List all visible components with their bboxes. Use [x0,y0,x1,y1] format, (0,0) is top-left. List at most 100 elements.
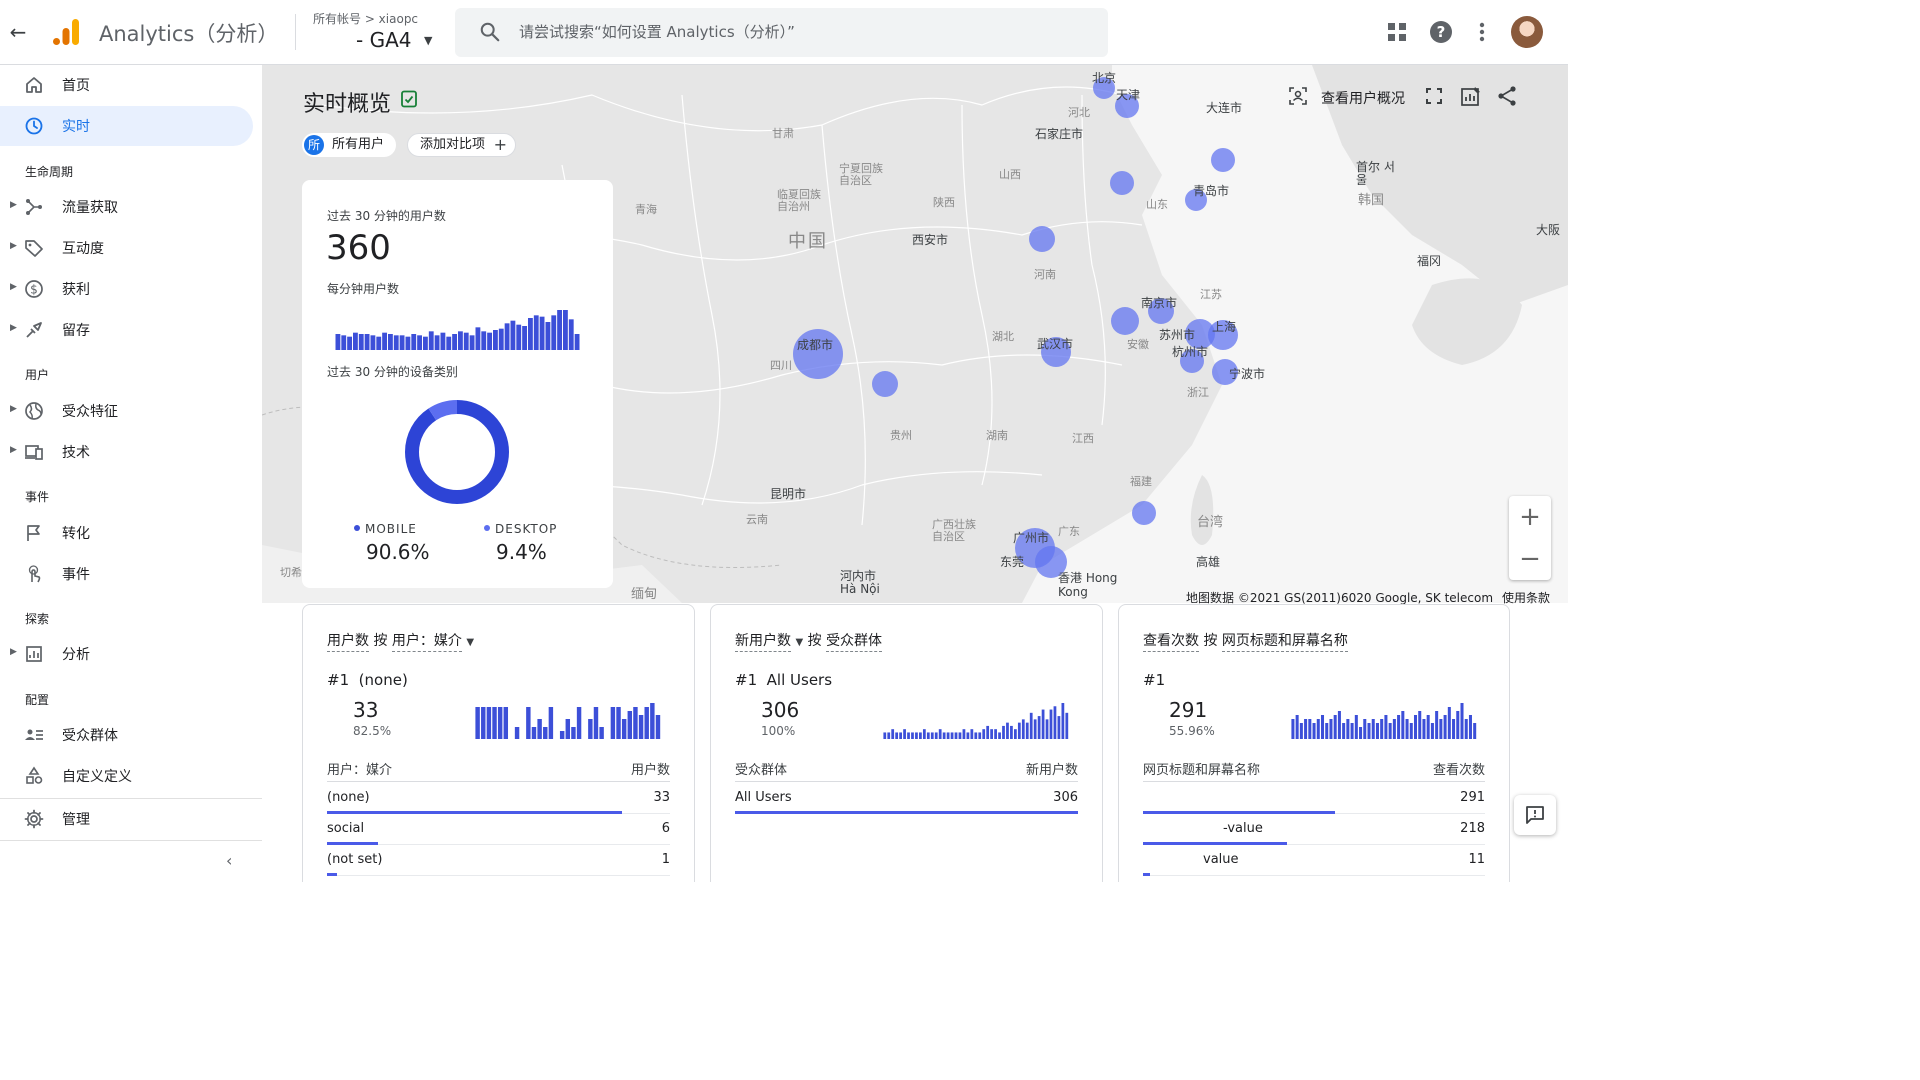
spark-bar[interactable] [588,719,593,739]
nav-monetization[interactable]: ▶ $ 获利 [0,269,253,309]
property-selector[interactable]: - GA4 [356,28,411,52]
minute-bar[interactable] [434,335,440,350]
minute-bar[interactable] [388,334,393,350]
minute-bar[interactable] [475,327,481,350]
spark-bar[interactable] [610,707,616,739]
location-dot[interactable] [1029,226,1055,252]
caret-down-icon[interactable]: ▼ [795,637,803,648]
spark-bar[interactable] [1346,719,1350,739]
device-donut-chart[interactable] [405,400,509,504]
spark-bar[interactable] [1014,729,1017,739]
nav-realtime[interactable]: 实时 [0,106,253,146]
nav-conversions[interactable]: 转化 [0,513,253,553]
spark-bar[interactable] [1021,719,1025,739]
spark-bar[interactable] [958,732,962,739]
spark-bar[interactable] [599,727,604,739]
spark-bar[interactable] [1430,723,1434,739]
spark-bar[interactable] [887,732,891,739]
spark-bar[interactable] [1359,727,1363,739]
minute-bar[interactable] [393,335,399,350]
spark-bar[interactable] [503,707,509,739]
location-dot[interactable] [1110,171,1134,195]
spark-bar[interactable] [1405,719,1409,739]
minute-bar[interactable] [563,310,568,350]
sparkline-chart[interactable] [475,703,661,739]
spark-bar[interactable] [1029,712,1033,739]
nav-tech[interactable]: ▶ 技术 [0,432,253,472]
spark-bar[interactable] [1057,716,1061,739]
users-per-minute-chart[interactable] [335,308,580,350]
minute-bar[interactable] [574,334,580,350]
zoom-out-button[interactable]: − [1509,538,1551,580]
analytics-logo-icon[interactable] [50,16,82,48]
spark-bar[interactable] [950,732,954,739]
spark-bar[interactable] [1342,723,1346,739]
spark-bar[interactable] [978,732,982,739]
spark-bar[interactable] [655,715,661,739]
spark-bar[interactable] [922,729,926,739]
spark-bar[interactable] [895,732,899,739]
spark-bar[interactable] [559,731,565,739]
minute-bar[interactable] [382,332,387,350]
minute-bar[interactable] [469,335,475,350]
spark-bar[interactable] [1329,719,1333,739]
table-row[interactable]: social 6 [327,813,670,845]
minute-bar[interactable] [341,335,347,350]
spark-bar[interactable] [1409,723,1413,739]
collapse-nav-chevron-icon[interactable]: ‹ [226,851,244,871]
spark-bar[interactable] [907,732,910,739]
card-metric[interactable]: 查看次数 [1143,633,1199,652]
view-user-overview-link[interactable]: 查看用户概况 [1321,88,1405,108]
spark-bar[interactable] [1413,715,1418,739]
nav-acquisition[interactable]: ▶ 流量获取 [0,187,253,227]
spark-bar[interactable] [576,707,582,739]
minute-bar[interactable] [481,331,487,350]
table-row[interactable]: All Users 306 [735,782,1078,814]
minute-bar[interactable] [504,323,510,350]
spark-bar[interactable] [934,732,938,739]
spark-bar[interactable] [1010,725,1013,739]
spark-bar[interactable] [1033,719,1037,739]
nav-custom-definitions[interactable]: 自定义定义 [0,756,253,796]
table-row[interactable]: -value 218 [1143,813,1485,845]
map-terms-link[interactable]: 使用条款 [1502,589,1550,606]
minute-bar[interactable] [440,332,446,350]
spark-bar[interactable] [970,729,974,739]
spark-bar[interactable] [1061,703,1065,739]
minute-bar[interactable] [545,322,551,350]
spark-bar[interactable] [531,727,537,739]
spark-bar[interactable] [633,707,638,739]
spark-bar[interactable] [911,732,914,739]
spark-bar[interactable] [1006,722,1009,739]
help-icon[interactable]: ? [1429,20,1453,44]
card-dimension[interactable]: 受众群体 [826,633,883,652]
spark-bar[interactable] [1380,719,1384,739]
spark-bar[interactable] [1447,707,1451,739]
spark-bar[interactable] [627,711,633,739]
spark-bar[interactable] [1325,723,1329,739]
spark-bar[interactable] [1053,706,1057,739]
spark-bar[interactable] [1367,723,1371,739]
spark-bar[interactable] [883,732,887,739]
minute-bar[interactable] [347,336,352,350]
spark-bar[interactable] [644,707,649,739]
spark-bar[interactable] [481,707,486,739]
donut-slice-mobile[interactable] [405,400,509,504]
card-title[interactable]: 查看次数 按 网页标题和屏幕名称 [1143,630,1348,652]
spark-bar[interactable] [1452,719,1456,739]
spark-bar[interactable] [1473,723,1477,739]
spark-bar[interactable] [497,707,503,739]
spark-bar[interactable] [1045,719,1049,739]
spark-bar[interactable] [1371,719,1375,739]
minute-bar[interactable] [411,334,417,350]
minute-bar[interactable] [568,319,574,350]
spark-bar[interactable] [915,732,918,739]
spark-bar[interactable] [548,707,554,739]
spark-bar[interactable] [1460,703,1464,739]
spark-bar[interactable] [990,729,994,739]
minute-bar[interactable] [510,320,516,350]
minute-bar[interactable] [370,335,376,350]
nav-admin[interactable]: 管理 [0,799,253,839]
caret-down-icon[interactable]: ▼ [424,34,432,47]
minute-bar[interactable] [364,334,370,350]
